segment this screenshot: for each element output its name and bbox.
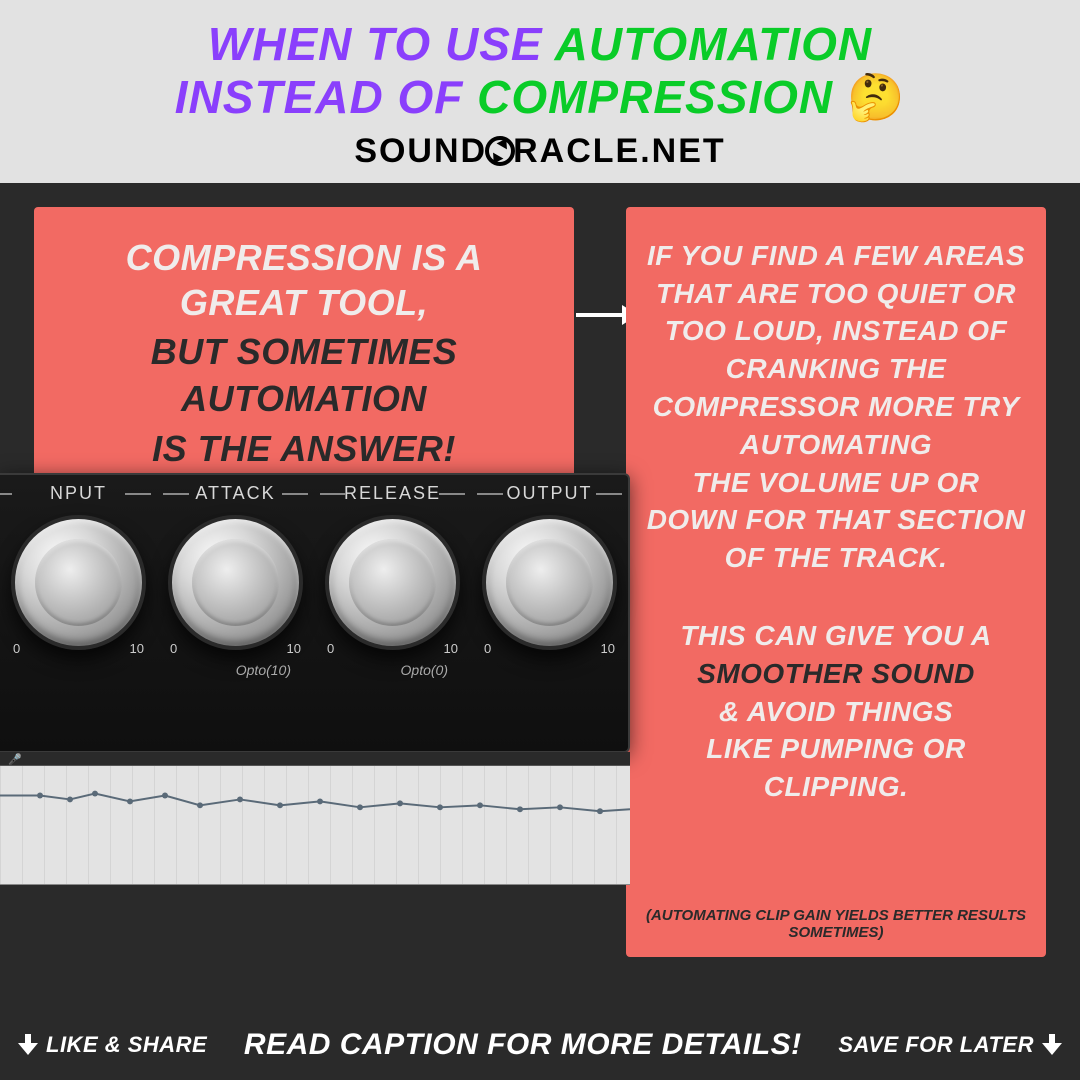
mic-icon: 🎤 <box>8 753 22 766</box>
footer-bar: Like & Share Read caption for more detai… <box>0 1020 1080 1080</box>
right-p2b: smoother sound <box>697 658 975 689</box>
knob-label-attack: ATTACK <box>157 483 314 504</box>
output-knob[interactable] <box>482 515 617 650</box>
right-p1b: the volume up or down for that section o… <box>647 467 1026 574</box>
recycle-icon <box>485 136 515 166</box>
knob-label-row: NPUT ATTACK RELEASE OUTPUT <box>0 483 628 504</box>
main-content: Compression is a great tool, but sometim… <box>0 183 1080 1003</box>
like-share-label: Like & Share <box>46 1032 207 1058</box>
scale-10: 10 <box>601 641 615 656</box>
scale-10: 10 <box>130 641 144 656</box>
left-line-2: great tool, <box>56 280 552 325</box>
footer-right: Save for later <box>838 1032 1062 1058</box>
title-part-2: instead of <box>175 71 477 123</box>
automation-curve <box>0 766 630 884</box>
knob-label-output: OUTPUT <box>471 483 628 504</box>
title-part-1: When to use <box>208 18 555 70</box>
brand-text-a: SOUND <box>354 132 487 171</box>
left-line-3: but sometimes automation <box>56 329 552 423</box>
left-line-1: Compression is a <box>56 235 552 280</box>
right-p2a: This can give you a <box>680 620 991 651</box>
download-icon <box>1042 1034 1062 1056</box>
knob-row: 0 10 0 10 Opto(10) 0 10 Opto(0) 0 10 <box>0 515 628 650</box>
callout-left: Compression is a great tool, but sometim… <box>34 207 574 507</box>
brand-logo: SOUND RACLE.NET <box>20 132 1060 171</box>
title-highlight-2: Compression <box>477 71 833 123</box>
right-p1a: If you find a few areas that are too qui… <box>647 240 1025 460</box>
attack-knob[interactable] <box>168 515 303 650</box>
thinking-emoji-icon: 🤔 <box>847 71 905 123</box>
scale-0: 0 <box>13 641 20 656</box>
download-icon <box>18 1034 38 1056</box>
right-p2c: & avoid things <box>719 696 953 727</box>
knob-label-input: NPUT <box>0 483 157 504</box>
header-banner: When to use Automation instead of Compre… <box>0 0 1080 183</box>
title-line-2: instead of Compression 🤔 <box>20 71 1060 124</box>
compressor-plugin: NPUT ATTACK RELEASE OUTPUT 0 10 0 10 Opt… <box>0 473 630 753</box>
release-knob[interactable] <box>325 515 460 650</box>
automation-lane[interactable]: 🎤 <box>0 765 630 885</box>
save-later-label: Save for later <box>838 1032 1034 1058</box>
attack-sublabel: Opto(10) <box>236 662 291 678</box>
brand-text-b: RACLE.NET <box>513 132 726 171</box>
lane-toolbar: 🎤 <box>0 752 630 766</box>
title-highlight-1: Automation <box>555 18 873 70</box>
left-line-4: is the answer! <box>56 426 552 473</box>
input-knob[interactable] <box>11 515 146 650</box>
right-para-2: This can give you a smoother sound & avo… <box>644 617 1028 806</box>
scale-0: 0 <box>170 641 177 656</box>
title-line-1: When to use Automation <box>20 18 1060 71</box>
right-p2d: like pumping or clipping. <box>706 733 966 802</box>
knob-label-release: RELEASE <box>314 483 471 504</box>
footer-left: Like & Share <box>18 1032 207 1058</box>
right-para-1: If you find a few areas that are too qui… <box>644 237 1028 577</box>
scale-10: 10 <box>444 641 458 656</box>
right-footnote: (Automating clip gain yields better resu… <box>644 907 1028 941</box>
release-sublabel: Opto(0) <box>401 662 448 678</box>
callout-right: If you find a few areas that are too qui… <box>626 207 1046 957</box>
scale-10: 10 <box>287 641 301 656</box>
scale-0: 0 <box>484 641 491 656</box>
footer-center: Read caption for more details! <box>244 1028 802 1062</box>
scale-0: 0 <box>327 641 334 656</box>
